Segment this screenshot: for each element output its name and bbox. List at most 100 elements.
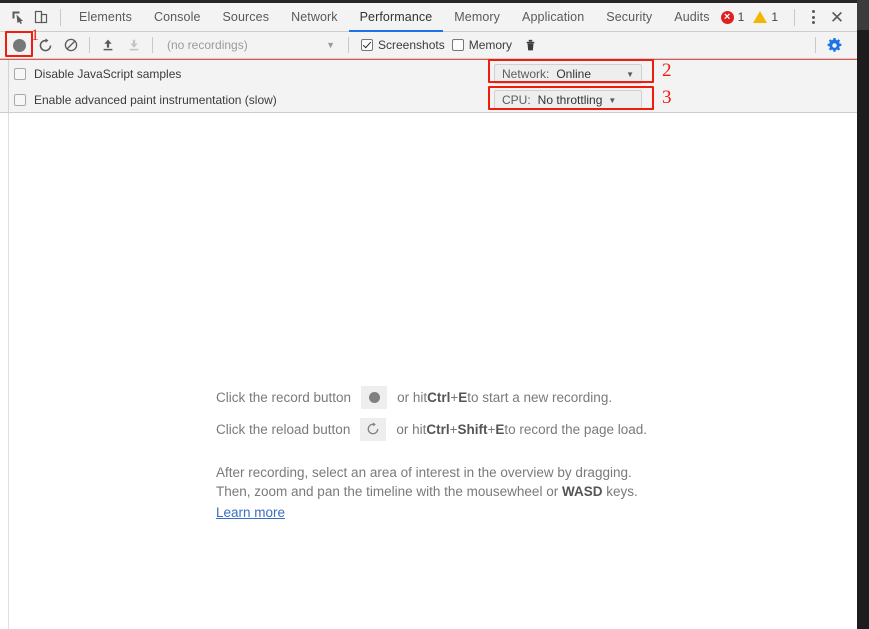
clear-button[interactable] xyxy=(58,32,84,58)
tab-label: Memory xyxy=(454,10,501,24)
tabbar-right-divider xyxy=(794,8,795,26)
hint-paragraph: After recording, select an area of inter… xyxy=(216,463,776,522)
screenshots-checkbox[interactable]: Screenshots xyxy=(361,38,445,52)
hint-reload-prefix: Click the reload button xyxy=(216,421,351,437)
network-throttling-dropdown[interactable]: Network: Online ▼ xyxy=(494,64,642,84)
devtools-window: Elements Console Sources Network Perform… xyxy=(0,0,869,629)
memory-label: Memory xyxy=(468,38,513,52)
hint-para-line2-a: Then, zoom and pan the timeline with the… xyxy=(216,484,562,499)
tab-label: Security xyxy=(606,10,653,24)
hint-key-ctrl: Ctrl xyxy=(427,389,451,405)
tab-application[interactable]: Application xyxy=(511,3,595,32)
capture-settings-pane: Disable JavaScript samples Enable advanc… xyxy=(0,59,857,114)
tab-label: Sources xyxy=(222,10,270,24)
tab-security[interactable]: Security xyxy=(595,3,663,32)
chevron-down-icon: ▼ xyxy=(326,40,335,50)
device-toolbar-icon[interactable] xyxy=(30,3,54,31)
advanced-paint-label: Enable advanced paint instrumentation (s… xyxy=(34,93,277,107)
hint-line-record: Click the record button or hit Ctrl + E … xyxy=(216,381,776,413)
disable-js-samples-label: Disable JavaScript samples xyxy=(34,67,182,81)
hint-plus: + xyxy=(487,421,496,437)
chevron-down-icon: ▼ xyxy=(626,69,634,79)
toolbar-divider-2 xyxy=(152,37,153,53)
hint-para-line1: After recording, select an area of inter… xyxy=(216,465,632,480)
hint-record-prefix: Click the record button xyxy=(216,389,352,405)
recordings-value: (no recordings) xyxy=(167,38,248,52)
tab-label: Audits xyxy=(674,10,710,24)
checkbox-box xyxy=(14,94,26,106)
tab-label: Elements xyxy=(79,10,132,24)
recordings-dropdown[interactable]: (no recordings) ▼ xyxy=(158,32,343,58)
error-badge[interactable]: × 1 xyxy=(720,10,745,24)
hint-key-e: E xyxy=(495,421,505,437)
error-icon: × xyxy=(720,10,734,24)
window-right-edge-top xyxy=(857,0,869,30)
toolbar-right xyxy=(810,32,857,58)
disable-js-samples-checkbox[interactable]: Disable JavaScript samples xyxy=(14,67,181,81)
hint-key-shift: Shift xyxy=(457,421,488,437)
hint-key-wasd: WASD xyxy=(561,484,603,499)
toolbar-divider-3 xyxy=(348,37,349,53)
tab-elements[interactable]: Elements xyxy=(68,3,143,32)
checkbox-box xyxy=(451,39,464,51)
learn-more-link[interactable]: Learn more xyxy=(216,503,285,522)
tab-memory[interactable]: Memory xyxy=(443,3,511,32)
close-icon[interactable]: ✕ xyxy=(824,4,850,30)
performance-empty-panel xyxy=(0,114,857,629)
hint-para-line2-b: keys. xyxy=(602,484,638,499)
record-glyph xyxy=(361,385,388,409)
error-count: 1 xyxy=(737,10,745,24)
reload-and-record-button[interactable] xyxy=(32,32,58,58)
load-profile-button[interactable] xyxy=(95,32,121,58)
record-icon xyxy=(368,391,380,403)
trash-icon[interactable] xyxy=(517,32,543,58)
advanced-paint-checkbox[interactable]: Enable advanced paint instrumentation (s… xyxy=(14,93,277,107)
hint-reload-suffix-a: or hit xyxy=(396,421,427,437)
hint-reload-suffix-b: to record the page load. xyxy=(504,421,647,437)
inspect-element-icon[interactable] xyxy=(6,3,30,31)
record-button[interactable] xyxy=(6,32,32,58)
hint-record-suffix-b: to start a new recording. xyxy=(467,389,613,405)
checkbox-box xyxy=(361,39,373,51)
tab-performance[interactable]: Performance xyxy=(349,3,444,32)
toolbar-divider-4 xyxy=(815,37,816,53)
cpu-throttling-dropdown[interactable]: CPU: No throttling ▼ xyxy=(494,90,642,110)
checkbox-box xyxy=(14,68,26,80)
tab-label: Application xyxy=(522,10,585,24)
cpu-label: CPU: xyxy=(502,93,531,107)
hint-key-e: E xyxy=(458,389,468,405)
hint-plus: + xyxy=(450,389,459,405)
toolbar-divider-1 xyxy=(89,37,90,53)
performance-toolbar: (no recordings) ▼ Screenshots Memory xyxy=(0,32,857,59)
hint-plus: + xyxy=(449,421,458,437)
kebab-menu-icon[interactable] xyxy=(802,4,824,30)
memory-checkbox[interactable]: Memory xyxy=(451,38,513,52)
panel-tabs: Elements Console Sources Network Perform… xyxy=(68,3,721,32)
chevron-down-icon: ▼ xyxy=(608,95,617,105)
save-profile-button[interactable] xyxy=(121,32,147,58)
tab-audits[interactable]: Audits xyxy=(663,3,720,32)
hint-line-reload: Click the reload button or hit Ctrl + Sh… xyxy=(216,413,776,445)
tab-network[interactable]: Network xyxy=(280,3,349,32)
warning-badge[interactable]: 1 xyxy=(753,10,778,24)
tab-label: Performance xyxy=(359,10,433,24)
tab-sources[interactable]: Sources xyxy=(212,3,281,32)
network-label: Network: xyxy=(502,67,550,81)
panel-left-divider xyxy=(8,114,9,629)
window-right-edge xyxy=(857,0,869,629)
hint-para-line2: Then, zoom and pan the timeline with the… xyxy=(216,482,776,501)
tab-console[interactable]: Console xyxy=(143,3,212,32)
gear-icon[interactable] xyxy=(821,32,847,58)
screenshots-label: Screenshots xyxy=(378,38,445,52)
empty-state-hint: Click the record button or hit Ctrl + E … xyxy=(216,381,776,522)
cpu-value: No throttling xyxy=(537,93,603,107)
reload-icon xyxy=(367,422,379,435)
network-value: Online xyxy=(556,67,592,81)
warning-icon xyxy=(753,11,768,23)
tabbar-divider xyxy=(60,8,62,26)
tab-label: Console xyxy=(153,10,201,24)
tabbar-right-controls: × 1 1 ✕ xyxy=(720,3,857,32)
hint-key-ctrl: Ctrl xyxy=(426,421,450,437)
settings-left-divider xyxy=(8,60,9,114)
devtools-tabbar: Elements Console Sources Network Perform… xyxy=(0,3,857,32)
